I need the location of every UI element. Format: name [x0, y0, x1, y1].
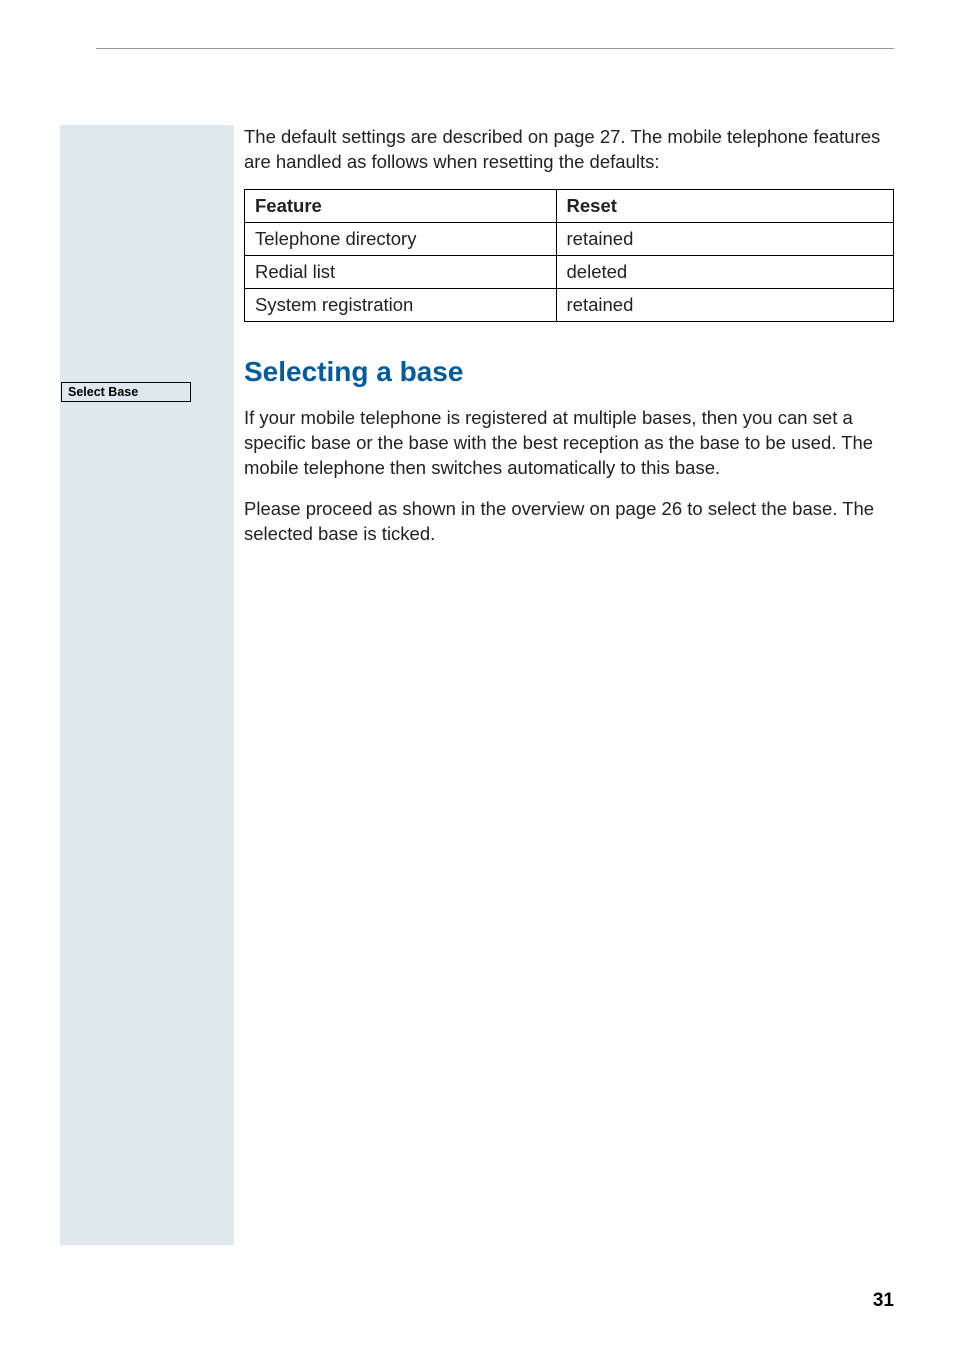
main-column: The default settings are described on pa…: [234, 125, 894, 563]
content-row: Select Base The default settings are des…: [60, 125, 894, 1245]
reset-defaults-table: Feature Reset Telephone directory retain…: [244, 189, 894, 322]
table-cell-feature: System registration: [245, 288, 557, 321]
body-paragraph-2: Please proceed as shown in the overview …: [244, 497, 894, 547]
sidebar-column: Select Base: [60, 125, 234, 1245]
section-heading-selecting-base: Selecting a base: [244, 356, 894, 388]
table-cell-reset: retained: [556, 288, 893, 321]
table-cell-reset: deleted: [556, 255, 893, 288]
table-row: Telephone directory retained: [245, 222, 894, 255]
table-row: Redial list deleted: [245, 255, 894, 288]
table-cell-feature: Redial list: [245, 255, 557, 288]
table-header-row: Feature Reset: [245, 189, 894, 222]
table-row: System registration retained: [245, 288, 894, 321]
body-paragraph-1: If your mobile telephone is registered a…: [244, 406, 894, 481]
table-cell-reset: retained: [556, 222, 893, 255]
select-base-sidebar-label: Select Base: [61, 382, 191, 402]
header-rule: [96, 48, 894, 49]
page-number: 31: [873, 1290, 894, 1312]
intro-paragraph: The default settings are described on pa…: [244, 125, 894, 175]
table-cell-feature: Telephone directory: [245, 222, 557, 255]
table-header-reset: Reset: [556, 189, 893, 222]
table-header-feature: Feature: [245, 189, 557, 222]
